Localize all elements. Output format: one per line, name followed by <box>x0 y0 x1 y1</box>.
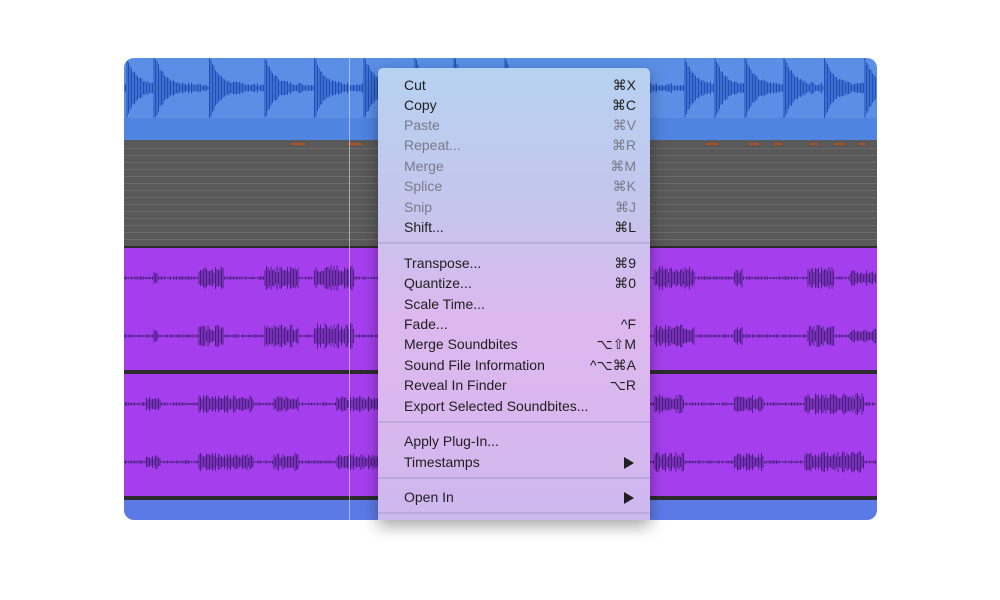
menu-item-quantize[interactable]: Quantize... ⌘0 <box>378 274 650 294</box>
midi-note <box>291 143 305 145</box>
menu-item-scale-time[interactable]: Scale Time... <box>378 295 650 315</box>
menu-item-label: Shift... <box>404 219 444 235</box>
midi-note <box>810 143 818 145</box>
menu-item-label: Paste <box>404 117 440 133</box>
menu-item-merge-soundbites[interactable]: Merge Soundbites ⌥⇧M <box>378 335 650 355</box>
menu-item-shortcut: ⌘0 <box>614 275 636 291</box>
menu-item-shift[interactable]: Shift... ⌘L <box>378 218 650 238</box>
menu-item-shortcut: ⌘C <box>611 97 636 113</box>
menu-item-apply-plug-in[interactable]: Apply Plug-In... <box>378 432 650 452</box>
menu-item-sound-file-information[interactable]: Sound File Information ^⌥⌘A <box>378 356 650 376</box>
submenu-arrow-icon <box>624 492 634 504</box>
menu-item-label: Repeat... <box>404 137 461 153</box>
menu-item-shortcut: ⌘L <box>614 219 636 235</box>
menu-item-repeat[interactable]: Repeat... ⌘R <box>378 136 650 156</box>
menu-separator <box>378 512 650 514</box>
menu-item-label: Open In <box>404 489 454 505</box>
menu-item-open-in[interactable]: Open In <box>378 488 650 508</box>
midi-note <box>348 143 362 145</box>
menu-item-label: Timestamps <box>404 454 480 470</box>
menu-item-label: Snip <box>404 199 433 215</box>
menu-item-label: Scale Time... <box>404 296 485 312</box>
menu-item-label: Merge <box>404 158 444 174</box>
menu-item-transpose[interactable]: Transpose... ⌘9 <box>378 254 650 274</box>
menu-item-shortcut: ⌘M <box>610 158 636 174</box>
menu-item-timestamps[interactable]: Timestamps <box>378 453 650 473</box>
menu-item-label: Merge Soundbites <box>404 336 518 352</box>
menu-item-snip[interactable]: Snip ⌘J <box>378 198 650 218</box>
playhead-line <box>349 58 350 520</box>
context-menu: Cut ⌘X Copy ⌘C Paste ⌘V Repeat... ⌘R Merge ⌘M Spli… <box>378 68 650 520</box>
menu-item-label: Sound File Information <box>404 357 545 373</box>
menu-item-label: Quantize... <box>404 275 472 291</box>
menu-item-label: Export Selected Soundbites... <box>404 398 589 414</box>
menu-item-label: Reveal In Finder <box>404 377 507 393</box>
menu-separator <box>378 477 650 479</box>
menu-separator <box>378 242 650 244</box>
midi-note <box>834 143 844 145</box>
menu-item-shortcut: ⌘V <box>612 117 636 133</box>
midi-note <box>859 143 865 145</box>
menu-item-label: Apply Plug-In... <box>404 433 499 449</box>
menu-item-shortcut: ^F <box>620 316 636 332</box>
submenu-arrow-icon <box>624 457 634 469</box>
menu-item-splice[interactable]: Splice ⌘K <box>378 177 650 197</box>
midi-note <box>749 143 759 145</box>
menu-item-shortcut: ⌘9 <box>614 255 636 271</box>
menu-item-shortcut: ⌘R <box>611 137 636 153</box>
menu-item-reveal-in-finder[interactable]: Reveal In Finder ⌥R <box>378 376 650 396</box>
midi-note <box>774 143 782 145</box>
menu-item-label: Cut <box>404 77 426 93</box>
menu-item-merge[interactable]: Merge ⌘M <box>378 157 650 177</box>
menu-item-export-selected-soundbites[interactable]: Export Selected Soundbites... <box>378 397 650 417</box>
menu-item-shortcut: ⌥⇧M <box>596 336 636 352</box>
menu-item-fade[interactable]: Fade... ^F <box>378 315 650 335</box>
menu-item-label: Transpose... <box>404 255 482 271</box>
menu-item-cut[interactable]: Cut ⌘X <box>378 76 650 96</box>
menu-item-label: Fade... <box>404 316 448 332</box>
menu-item-shortcut: ⌘J <box>615 199 636 215</box>
menu-item-label: Splice <box>404 178 443 194</box>
menu-item-copy[interactable]: Copy ⌘C <box>378 96 650 116</box>
menu-item-shortcut: ⌘K <box>612 178 636 194</box>
menu-item-label: Copy <box>404 97 437 113</box>
menu-item-shortcut: ⌥R <box>609 377 636 393</box>
menu-item-shortcut: ^⌥⌘A <box>589 357 636 373</box>
menu-separator <box>378 421 650 423</box>
menu-item-shortcut: ⌘X <box>612 77 636 93</box>
midi-note <box>706 143 718 145</box>
menu-item-paste[interactable]: Paste ⌘V <box>378 116 650 136</box>
